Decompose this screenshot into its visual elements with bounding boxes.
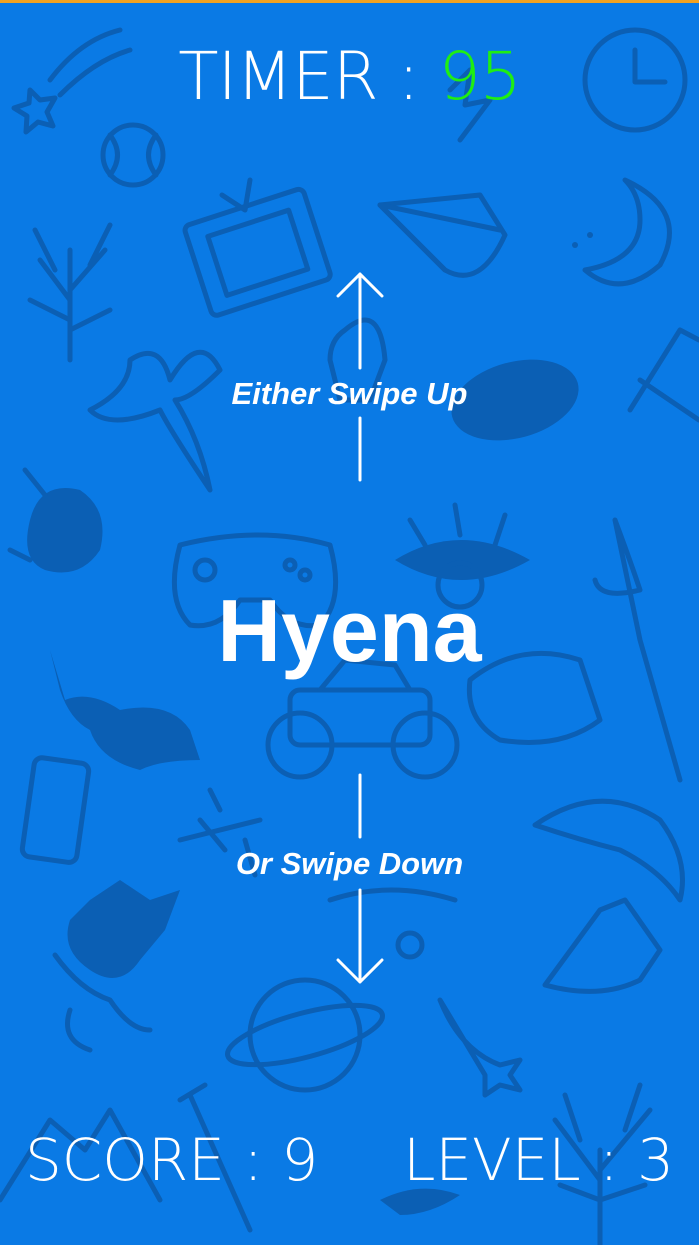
timer-value: 95 xyxy=(438,38,522,115)
score-level-bar: SCORE : 9 LEVEL : 3 xyxy=(0,1126,699,1194)
swipe-down-label: Or Swipe Down xyxy=(235,846,464,881)
swipe-up-label: Either Swipe Up xyxy=(231,376,468,411)
score-value: 9 xyxy=(281,1126,319,1194)
level-label: LEVEL : xyxy=(403,1126,619,1194)
guess-word: Hyena xyxy=(217,581,482,680)
timer-display: TIMER : 95 xyxy=(0,38,699,115)
level-value: 3 xyxy=(637,1126,675,1194)
timer-label: TIMER : xyxy=(178,38,419,115)
score-label: SCORE : xyxy=(24,1126,263,1194)
